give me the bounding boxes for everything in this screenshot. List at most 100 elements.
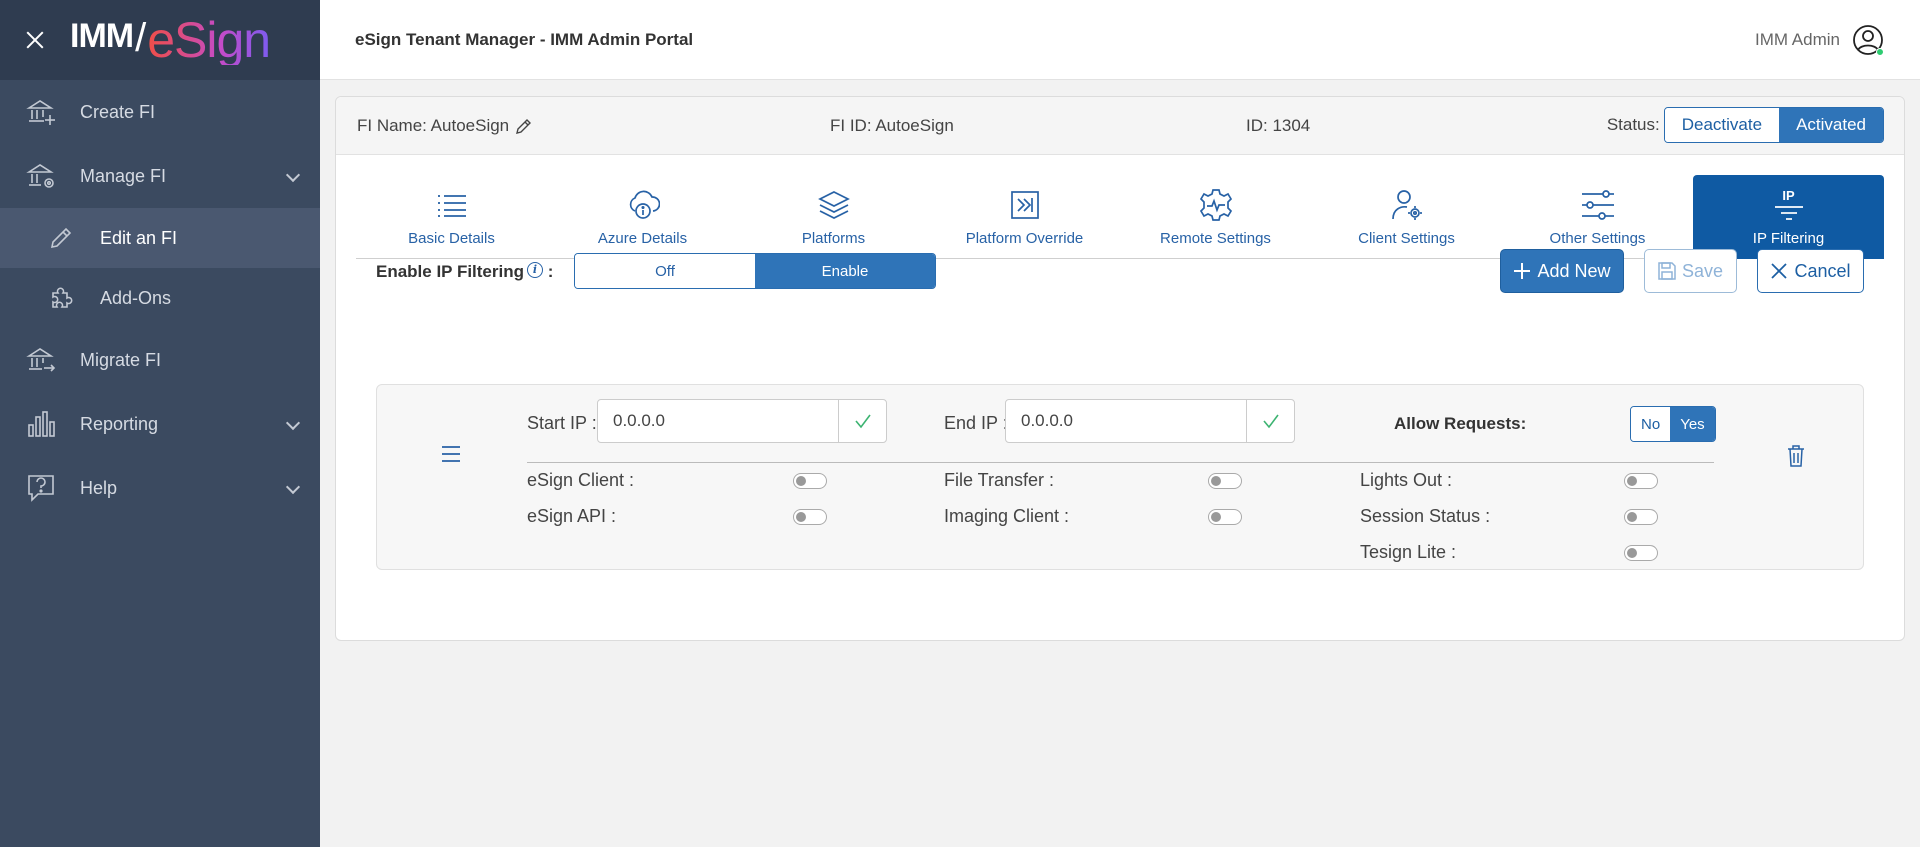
check-icon	[1246, 400, 1294, 442]
info-icon[interactable]: i	[527, 262, 543, 278]
session-status-switch[interactable]	[1624, 509, 1658, 525]
sidebar-item-label: Edit an FI	[100, 227, 178, 248]
pencil-icon	[46, 223, 76, 253]
tab-client-settings[interactable]: Client Settings	[1311, 175, 1502, 259]
sidebar-item-create-fi[interactable]: Create FI	[0, 80, 320, 144]
session-status-label: Session Status :	[1360, 506, 1491, 526]
chevron-down-icon	[285, 167, 301, 183]
tesign-lite-label: Tesign Lite :	[1360, 542, 1457, 562]
floppy-disk-icon	[1658, 262, 1676, 280]
allow-yes-option[interactable]: Yes	[1670, 407, 1715, 441]
sidebar-item-manage-fi[interactable]: Manage FI	[0, 144, 320, 208]
fi-numeric-id: ID: 1304	[1246, 116, 1311, 135]
user-avatar-icon[interactable]	[1852, 24, 1884, 56]
ip-filtering-toggle: Off Enable	[574, 253, 936, 289]
bank-gear-icon	[24, 159, 58, 193]
tab-label: Other Settings	[1549, 230, 1646, 247]
esign-client-label: eSign Client :	[527, 470, 635, 490]
help-icon	[24, 471, 58, 505]
tab-label: Client Settings	[1358, 230, 1455, 247]
tab-label: Basic Details	[408, 230, 495, 247]
ip-rule-row: Start IP : End IP : Allow Requests: No Y…	[376, 384, 1864, 570]
tab-remote-settings[interactable]: Remote Settings	[1120, 175, 1311, 259]
arrow-box-icon	[1008, 188, 1042, 222]
deactivate-button[interactable]: Deactivate	[1664, 108, 1780, 142]
esign-client-switch[interactable]	[793, 473, 827, 489]
imaging-client-label: Imaging Client :	[944, 506, 1070, 526]
sidebar-item-help[interactable]: Help	[0, 456, 320, 520]
cloud-info-icon	[626, 188, 660, 222]
activated-button[interactable]: Activated	[1779, 108, 1883, 142]
rule-divider	[527, 462, 1714, 463]
file-transfer-label: File Transfer :	[944, 470, 1055, 490]
logo-esign: eSign	[147, 12, 271, 68]
status-group: Status: Deactivate Activated	[1607, 107, 1884, 143]
enable-ip-filtering-label: Enable IP Filtering i :	[376, 262, 553, 282]
user-menu[interactable]: IMM Admin	[1755, 24, 1884, 56]
bank-plus-icon	[24, 95, 58, 129]
lights-out-label: Lights Out :	[1360, 470, 1453, 490]
sidebar-item-edit-an-fi[interactable]: Edit an FI	[0, 208, 320, 268]
start-ip-input[interactable]	[598, 400, 838, 442]
tab-ip-filtering[interactable]: IP IP Filtering	[1693, 175, 1884, 259]
tab-label: Platform Override	[965, 230, 1084, 247]
sidebar-item-add-ons[interactable]: Add-Ons	[0, 268, 320, 328]
allow-requests-toggle: No Yes	[1630, 406, 1716, 442]
tab-azure-details[interactable]: Azure Details	[547, 175, 738, 259]
online-status-dot	[1876, 48, 1884, 56]
sidebar-item-migrate-fi[interactable]: Migrate FI	[0, 328, 320, 392]
puzzle-icon	[46, 283, 76, 313]
allow-requests-label: Allow Requests:	[1394, 414, 1527, 433]
tesign-lite-switch[interactable]	[1624, 545, 1658, 561]
fi-name: FI Name: AutoeSign	[357, 116, 510, 135]
edit-pencil-icon[interactable]	[515, 117, 533, 135]
user-name: IMM Admin	[1754, 30, 1840, 49]
settings-tabs: Basic Details Azure Details Platforms Pl…	[356, 175, 1884, 259]
sidebar-item-label: Help	[80, 477, 118, 498]
plus-icon	[1514, 263, 1531, 279]
ip-filtering-off-option[interactable]: Off	[575, 254, 755, 288]
enable-label-text: Enable IP Filtering	[376, 262, 524, 281]
save-label: Save	[1681, 260, 1724, 281]
lights-out-switch[interactable]	[1624, 473, 1658, 489]
user-gear-icon	[1390, 188, 1424, 222]
close-icon[interactable]	[22, 27, 48, 53]
ip-icon-text: IP	[1782, 187, 1795, 203]
enable-label-colon: :	[547, 262, 554, 281]
end-ip-input[interactable]	[1006, 400, 1246, 442]
tab-platform-override[interactable]: Platform Override	[929, 175, 1120, 259]
sidebar-item-reporting[interactable]: Reporting	[0, 392, 320, 456]
drag-handle-icon[interactable]	[441, 445, 461, 468]
tab-platforms[interactable]: Platforms	[738, 175, 929, 259]
sidebar: IMM / eSign Create FI Manage FI Edit an FI	[0, 0, 320, 847]
status-label: Status:	[1606, 115, 1660, 134]
start-ip-label: Start IP :	[527, 413, 597, 433]
list-icon	[435, 188, 469, 222]
logo-imm: IMM	[70, 17, 134, 55]
save-button[interactable]: Save	[1644, 249, 1737, 293]
top-header: eSign Tenant Manager - IMM Admin Portal …	[320, 0, 1920, 80]
tab-label: Platforms	[801, 230, 866, 247]
gear-pulse-icon	[1199, 188, 1233, 222]
fi-details-card: FI Name: AutoeSign FI ID: AutoeSign ID: …	[335, 96, 1905, 641]
imm-esign-logo: IMM / eSign	[70, 12, 271, 68]
cancel-button[interactable]: Cancel	[1757, 249, 1864, 293]
fi-summary-bar: FI Name: AutoeSign FI ID: AutoeSign ID: …	[336, 97, 1904, 155]
layers-icon	[817, 188, 851, 222]
logo-slash: /	[135, 16, 146, 60]
imaging-client-switch[interactable]	[1208, 509, 1242, 525]
tab-other-settings[interactable]: Other Settings	[1502, 175, 1693, 259]
sidebar-item-label: Reporting	[80, 413, 159, 434]
bank-arrow-icon	[24, 343, 58, 377]
ip-filtering-enable-option[interactable]: Enable	[755, 254, 935, 288]
tab-basic-details[interactable]: Basic Details	[356, 175, 547, 259]
file-transfer-switch[interactable]	[1208, 473, 1242, 489]
allow-no-option[interactable]: No	[1631, 407, 1671, 441]
add-new-button[interactable]: Add New	[1500, 249, 1624, 293]
fi-name-group: FI Name: AutoeSign	[357, 116, 533, 136]
end-ip-field	[1005, 399, 1295, 443]
esign-api-switch[interactable]	[793, 509, 827, 525]
tab-label: Azure Details	[597, 230, 688, 247]
page-title: eSign Tenant Manager - IMM Admin Portal	[355, 30, 694, 49]
trash-icon[interactable]	[1787, 445, 1805, 472]
